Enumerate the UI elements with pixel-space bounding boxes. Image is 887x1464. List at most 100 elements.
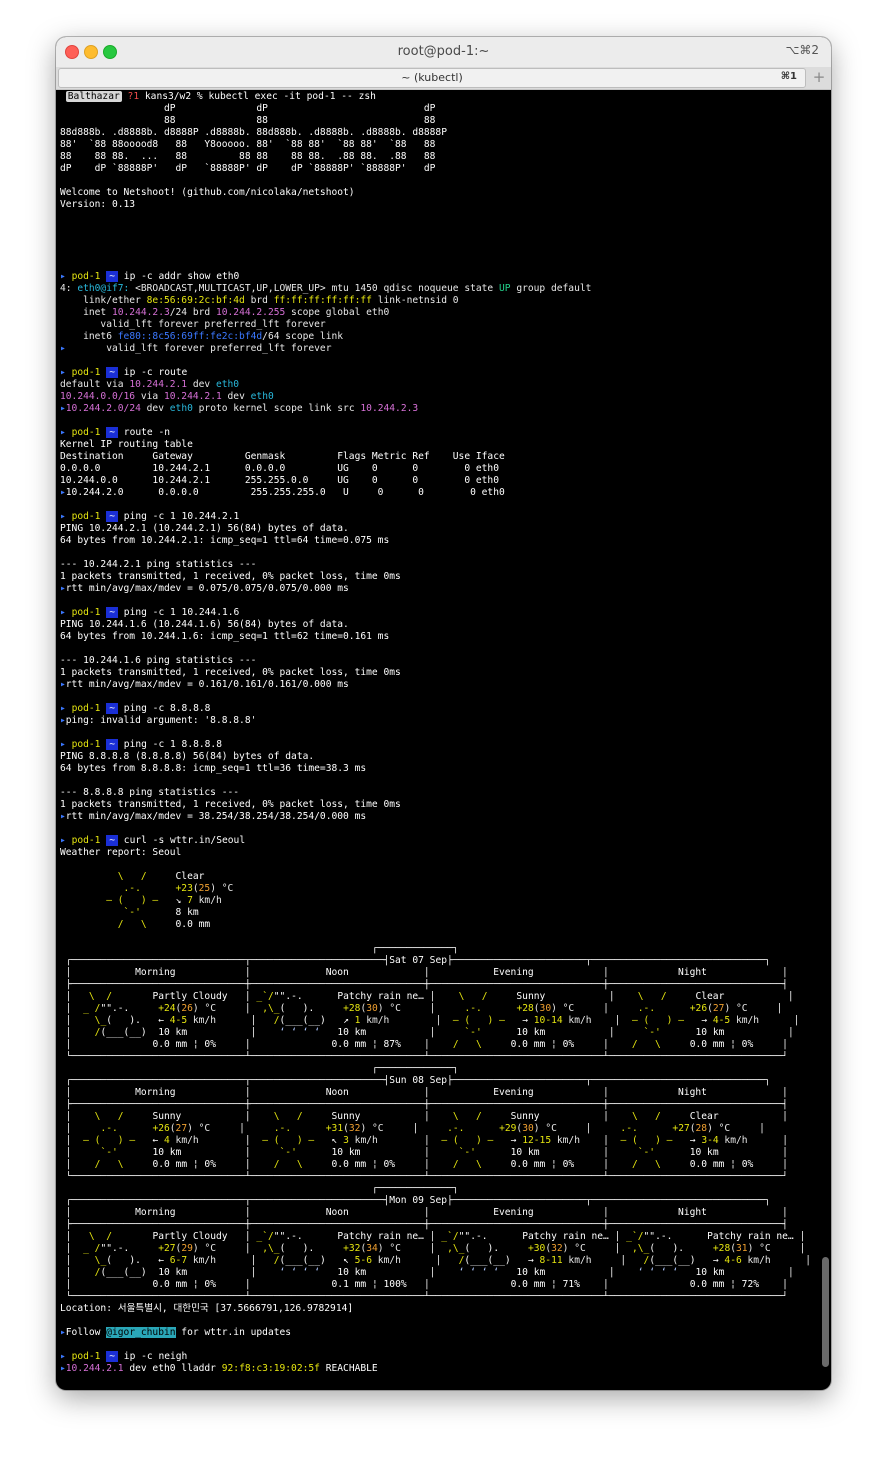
text-span: ├──────────────────────────────┼────────… [60,1099,788,1110]
sun-icon: / \ [608,1159,684,1170]
prompt-pod-name: pod-1 [71,835,101,846]
slot-wind: 4-6 [724,1255,742,1266]
text-span [187,1267,251,1278]
rain-cloud-icon: `/ [447,1231,459,1242]
scrollbar[interactable] [822,1257,829,1367]
ping-output: PING 8.8.8.8 (8.8.8.8) 56(84) bytes of d… [60,751,315,762]
rain-cloud-icon: ( ). [649,1243,708,1254]
text-span: dev [187,379,216,390]
slot-condition: Patchy rain ne… [522,1231,609,1242]
route-table-row: Destination Gateway Genmask Flags Metric… [60,451,820,463]
slot-temp: +26 [689,1003,708,1014]
text-span: brd [244,295,274,306]
text-span [574,1159,603,1170]
command-text: ip -c route [123,367,188,378]
ping-line: --- 10.244.1.6 ping statistics --- [60,655,820,667]
slot-condition: Sunny [510,1111,540,1122]
banner-line: dP dP dP [60,103,436,114]
slot-wind: 3-4 [701,1135,719,1146]
route-table-row: 0.0.0.0 10.244.2.1 0.0.0.0 UG 0 0 0 eth0 [60,463,499,474]
terminal-output[interactable]: Balthazar ?1 kans3/w2 % kubectl exec -it… [60,91,820,1386]
slot-precip: 0.0 mm ¦ 0% [510,1039,575,1050]
text-span [199,1135,245,1146]
neighbor-ip: 10.244.2.1 [65,1363,124,1374]
text-span: │ [793,1015,800,1026]
route-dev: eth0 [250,391,274,402]
forecast-header-top: ┌──────────────────────────────┬────────… [60,1195,820,1207]
text-span: │ [782,1111,788,1122]
slot-temp-feel: 32 [348,1123,361,1134]
slot-temp: +26 [152,1123,170,1134]
rain-cloud-icon: ‘ ‘ ‘ ‘ [614,1267,690,1278]
slot-condition: Partly Cloudy [152,991,228,1002]
text-span: km/h [371,1255,401,1266]
text-span: km/h [551,1135,580,1146]
text-span: │ [782,1279,788,1290]
rain-cloud-icon: _ [250,991,263,1002]
command-text: ip -c neigh [123,1351,188,1362]
forecast-row: │ \ / Sunny │ \ / Sunny │ \ / Sunny │ \ … [60,1111,820,1123]
text-span: │ [787,1027,794,1038]
text-span [557,1123,586,1134]
version-text: Version: 0.13 [60,199,136,210]
forecast-row: │ ― ( ) ― ← 4 km/h │ ― ( ) ― ↖ 3 km/h │ … [60,1135,820,1147]
text-span: │ [60,1135,72,1146]
prompt-pod-name: pod-1 [71,607,101,618]
sun-icon: ― ( ) ― [620,1015,696,1026]
slot-visibility: 10 km [510,1147,540,1158]
text-span: │ [787,1267,794,1278]
slot-temp: +29 [499,1123,517,1134]
new-tab-button[interactable]: + [809,68,829,88]
date-box-top: ┌─────────────┐ [60,943,820,955]
text-span: link-netnsid 0 [371,295,459,306]
text-span: │ [60,1123,72,1134]
text-span: ) °C [707,1123,731,1134]
route-table-row: Destination Gateway Genmask Flags Metric… [60,451,505,462]
ping-error: ping: invalid argument: '8.8.8.8' [65,715,257,726]
slot-precip: 0.0 mm ¦ 87% [331,1039,401,1050]
prompt-arrow: ~ [106,703,119,714]
text-span: ) °C [377,1243,401,1254]
ping-output: PING 10.244.1.6 (10.244.1.6) 56(84) byte… [60,619,349,630]
sun-icon: `-' [614,1027,690,1038]
title-bar[interactable]: root@pod-1:~ ⌥⌘2 [56,37,831,68]
command-text: ping -c 1 10.244.1.6 [123,607,240,618]
ping-line: 64 bytes from 10.244.2.1: icmp_seq=1 ttl… [60,535,820,547]
sun-icon: ― ( ) ― [250,1135,326,1146]
rain-cloud-icon: ,\_ [250,1003,280,1014]
slot-precip: 0.0 mm ¦ 0% [331,1159,396,1170]
slot-visibility: 10 km [689,1147,719,1158]
sun-icon: .-. [71,1123,147,1134]
sun-icon: .-. [94,883,170,894]
prompt-line: ▸ pod-1 ~ ping -c 8.8.8.8 [60,703,820,715]
neigh-line: ▸10.244.2.1 dev eth0 lladdr 92:f8:c3:19:… [60,1363,820,1375]
text-span [378,1135,424,1146]
slot-condition: Partly Cloudy [152,1231,228,1242]
rain-cloud-icon: `/ [262,991,274,1002]
date-box-top: ┌─────────────┐ [371,1183,459,1194]
partly-cloudy-icon: "".-. [100,1003,153,1014]
prompt-line: ▸ pod-1 ~ ping -c 1 10.244.1.6 [60,607,820,619]
slot-condition: Patchy rain ne… [337,1231,424,1242]
slot-temp-feel: 27 [712,1003,725,1014]
text-span: for wttr.in updates [175,1327,292,1338]
route-net: 10.244.2.0/24 [65,403,141,414]
text-span: │ [60,1159,72,1170]
slot-visibility: 10 km [516,1267,546,1278]
route-table-row: 10.244.2.0 0.0.0.0 255.255.255.0 U 0 0 0… [65,487,505,498]
text-span [407,1279,424,1290]
rain-cloud-icon: ,\_ [250,1243,280,1254]
sun-icon: .-. [435,1003,511,1014]
tab-kubectl[interactable]: ~ (kubectl) ⌘1 [58,68,806,88]
text-span: │ [60,1147,72,1158]
slot-wind: 4-5 [169,1015,188,1026]
weather-title-line: Weather report: Seoul [60,847,820,859]
text-span [366,1027,430,1038]
inet6-address: fe80::8c56:69ff:fe2c:bf4d [117,331,263,342]
banner-line: 88 88 88. ... 88 88 88 88 88. .88 88. .8… [60,151,820,163]
forecast-row: │ \ / Partly Cloudy │ _`/"".-. Patchy ra… [60,991,820,1003]
